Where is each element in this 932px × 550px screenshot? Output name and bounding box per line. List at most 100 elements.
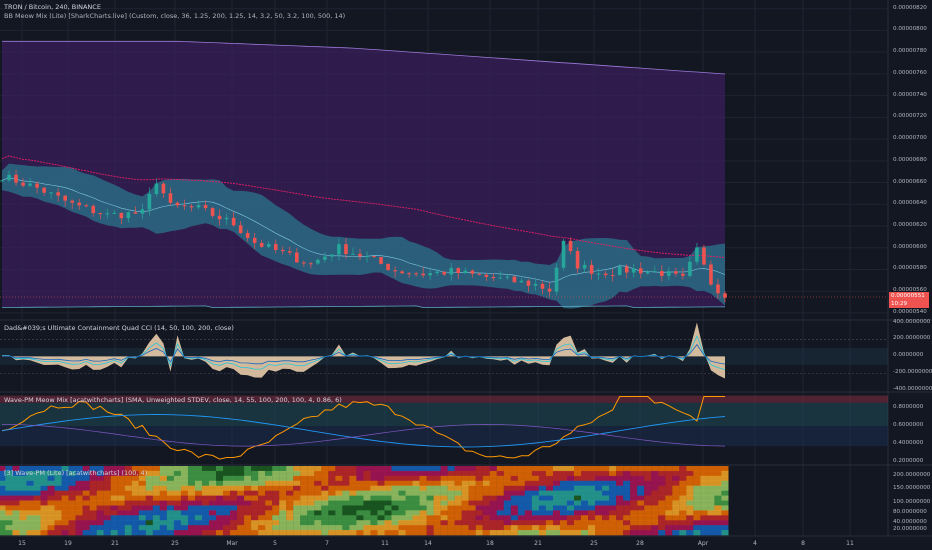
heatmap-cell — [630, 500, 638, 506]
heatmap-cell — [279, 470, 287, 477]
heatmap-cell — [0, 485, 6, 491]
heatmap-cell — [300, 525, 308, 531]
heatmap-cell — [349, 505, 357, 511]
heatmap-cell — [180, 466, 189, 472]
cci-title[interactable]: Dad&#039;s Ultimate Containment Quad CCI… — [4, 324, 234, 332]
heatmap-cell — [244, 515, 252, 521]
heatmap-cell — [405, 520, 413, 526]
heatmap-cell — [12, 530, 20, 536]
heatmap-cell — [166, 505, 174, 511]
heatmap-cell — [145, 485, 153, 491]
heatmap-cell — [503, 520, 511, 526]
heatmap-cell — [644, 505, 652, 511]
heatmap-cell — [559, 495, 568, 501]
heatmap-cell — [47, 500, 55, 506]
heatmap-cell — [68, 495, 76, 501]
cci-tick-label: 200.0000000 — [893, 335, 931, 342]
heatmap-cell — [566, 485, 575, 491]
heatmap-cell — [665, 510, 673, 516]
heatmap-cell — [686, 490, 694, 496]
heatmap-cell — [672, 510, 680, 516]
heatmap-cell — [272, 485, 280, 491]
heatmap-cell — [201, 515, 210, 521]
heatmap-cell — [89, 505, 97, 511]
heatmap-cell — [279, 495, 287, 501]
heatmap-cell — [426, 495, 434, 501]
heatmap-cell — [658, 495, 666, 501]
heatmap-cell — [321, 495, 329, 501]
heatmap-cell — [447, 470, 455, 477]
heatmap-title[interactable]: [3] Wave-PM (Lite) [acatwithcharts] (100… — [4, 469, 147, 477]
heatmap-cell — [391, 530, 399, 536]
heatmap-cell — [258, 470, 266, 477]
heatmap-cell — [405, 530, 413, 536]
heatmap-cell — [510, 520, 518, 526]
heatmap-cell — [82, 500, 90, 506]
heatmap-cell — [279, 475, 287, 482]
heatmap-cell — [293, 485, 301, 491]
wave-title[interactable]: Wave-PM Meow Mix [acatwithcharts] (SMA, … — [4, 396, 342, 404]
heatmap-cell — [244, 466, 252, 472]
heatmap-cell — [517, 470, 525, 477]
heatmap-cell — [707, 466, 715, 472]
heatmap-cell — [630, 485, 638, 491]
heatmap-cell — [180, 485, 189, 491]
heatmap-cell — [693, 480, 701, 487]
heatmap-cell — [679, 505, 687, 511]
heatmap-cell — [433, 520, 441, 526]
heatmap-cell — [686, 495, 694, 501]
heatmap-cell — [251, 525, 259, 531]
heatmap-cell — [503, 500, 511, 506]
heatmap-cell — [391, 525, 399, 531]
heatmap-cell — [26, 490, 34, 496]
heatmap-cell — [54, 480, 62, 487]
heatmap-cell — [384, 480, 392, 487]
heatmap-cell — [103, 500, 111, 506]
heatmap-cell — [644, 490, 652, 496]
heatmap-cell — [433, 490, 441, 496]
wave-tick-label: 0.8000000 — [893, 404, 924, 411]
heatmap-cell — [244, 480, 252, 487]
heatmap-cell — [496, 510, 504, 516]
candle-body — [512, 276, 517, 283]
heatmap-cell — [103, 490, 111, 496]
heatmap-cell — [524, 510, 532, 516]
candle-body — [610, 275, 615, 277]
heatmap-cell — [573, 530, 582, 536]
heatmap-cell — [307, 470, 315, 477]
chart-canvas[interactable] — [0, 0, 932, 550]
heatmap-cell — [321, 515, 329, 521]
heatmap-cell — [503, 525, 511, 531]
heatmap-cell — [419, 480, 427, 487]
heatmap-cell — [405, 500, 413, 506]
heatmap-cell — [272, 510, 280, 516]
heatmap-cell — [117, 505, 125, 511]
heatmap-cell — [356, 500, 364, 506]
heatmap-cell — [524, 495, 532, 501]
heatmap-cell — [356, 505, 364, 511]
heatmap-cell — [279, 510, 287, 516]
heatmap-cell — [173, 480, 181, 487]
heatmap-cell — [152, 475, 160, 482]
heatmap-cell — [559, 475, 568, 482]
heatmap-cell — [419, 485, 427, 491]
heatmap-cell — [398, 466, 406, 472]
heatmap-cell — [237, 480, 245, 487]
heatmap-cell — [328, 510, 336, 516]
heatmap-cell — [208, 510, 217, 516]
heatmap-cell — [454, 515, 462, 521]
time-tick-label: 7 — [325, 540, 329, 547]
heatmap-cell — [12, 485, 20, 491]
heatmap-cell — [454, 475, 462, 482]
heatmap-tick-label: 40.0000000 — [893, 519, 927, 525]
heatmap-cell — [117, 515, 125, 521]
heatmap-cell — [482, 520, 490, 526]
heatmap-cell — [244, 490, 252, 496]
heatmap-cell — [651, 530, 659, 536]
heatmap-cell — [216, 490, 224, 496]
heatmap-cell — [370, 520, 378, 526]
heatmap-cell — [223, 480, 231, 487]
heatmap-cell — [405, 475, 413, 482]
heatmap-cell — [475, 470, 483, 477]
bb-indicator-title[interactable]: BB Meow Mix (Lite) [SharkCharts.live] (C… — [4, 12, 345, 20]
